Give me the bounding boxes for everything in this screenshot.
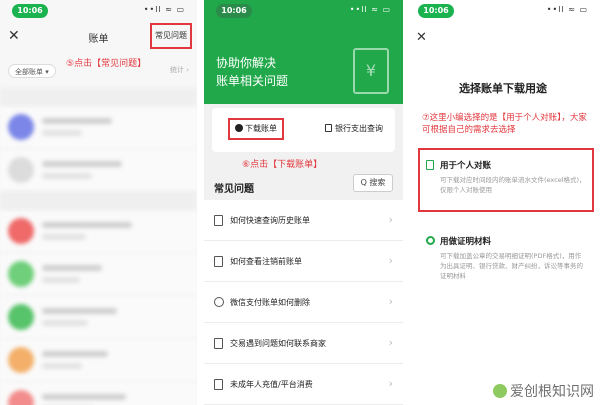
step-annotation: ⑤点击【常见问题】 [66,59,147,69]
chevron-right-icon: › [388,254,393,267]
search-button[interactable]: Q 搜索 [353,174,393,192]
month-header [0,88,197,106]
faq-section-title: 常见问题 [214,184,254,195]
stats-link[interactable]: 统计 › [170,65,189,75]
avatar [8,261,34,287]
faq-button[interactable]: 常见问题 [150,23,192,49]
help-circle-icon [214,297,224,307]
bank-expense-query-button[interactable]: 银行支出查询 [325,123,383,134]
document-icon [426,160,434,170]
minor-recharge-icon [214,379,223,390]
list-item [0,296,197,339]
faq-item-label: 如何查看注销前账单 [230,257,302,266]
faq-item-label: 微信支付账单如何删除 [230,298,310,307]
action-card: 下载账单 银行支出查询 [212,108,395,152]
download-bill-button[interactable]: 下载账单 [228,118,284,140]
faq-item-label: 未成年人充值/平台消费 [230,380,313,389]
bill-screen-panel: 10:06 ••ll ≈ ▭ ✕ 账单 常见问题 ⑤点击【常见问题】 全部账单 … [0,0,197,405]
avatar [8,157,34,183]
option-title: 用于个人对账 [440,161,492,171]
avatar [8,390,34,405]
status-bar: 10:06 ••ll ≈ ▭ [0,0,197,20]
list-item [0,339,197,382]
exchange-icon [214,338,223,349]
headline-line-1: 协助你解决 [216,56,277,70]
faq-item[interactable]: 交易遇到问题如何联系商家 › [204,323,403,364]
download-purpose-panel: 10:06 ••ll ≈ ▭ ✕ 选择账单下载用途 ⑦这里小编选择的是【用于个人… [406,0,600,405]
avatar [8,218,34,244]
document-icon [214,215,223,226]
status-time: 10:06 [418,4,454,18]
avatar [8,114,34,140]
site-watermark: 爱创根知识网 [493,381,594,401]
option-description: 可下载对应时间段内的账单流水文件(excel格式)，仅限个人对账使用 [440,176,586,194]
personal-reconciliation-option[interactable]: 用于个人对账 可下载对应时间段内的账单流水文件(excel格式)，仅限个人对账使… [418,148,594,212]
faq-item[interactable]: 未成年人充值/平台消费 › [204,364,403,405]
document-icon [325,124,332,132]
page-title: 选择账单下载用途 [459,82,547,95]
bank-query-label: 银行支出查询 [335,124,383,133]
faq-item-label: 如何快速查询历史账单 [230,216,310,225]
step-annotation: ⑦这里小编选择的是【用于个人对账】，大家可根据自己的需求去选择 [422,113,587,135]
status-bar: 10:06 ••ll ≈ ▭ [204,0,403,20]
close-icon[interactable]: ✕ [416,30,427,45]
all-bills-filter[interactable]: 全部账单 ▾ [8,64,56,78]
faq-item[interactable]: 微信支付账单如何删除 › [204,282,403,323]
site-logo-icon [493,384,507,398]
list-item [0,210,197,253]
faq-item-label: 交易遇到问题如何联系商家 [230,339,326,348]
step-annotation: ⑥点击【下载账单】 [242,160,323,170]
chevron-right-icon: › [388,336,393,349]
watermark-text: 爱创根知识网 [510,384,594,400]
status-time: 10:06 [216,4,252,18]
status-time: 10:06 [12,4,48,18]
faq-item[interactable]: 如何查看注销前账单 › [204,241,403,282]
chevron-right-icon: › [388,295,393,308]
signal-wifi-battery-icon: ••ll ≈ ▭ [349,5,391,14]
nav-bar: ✕ 账单 常见问题 [0,22,197,52]
faq-item[interactable]: 如何快速查询历史账单 › [204,200,403,241]
radio-icon [426,236,435,245]
list-item [0,382,197,405]
document-yuan-icon: ¥ [353,48,389,94]
signal-wifi-battery-icon: ••ll ≈ ▭ [143,5,185,14]
chevron-right-icon: › [388,213,393,226]
list-item [0,149,197,192]
status-bar: 10:06 ••ll ≈ ▭ [406,0,600,20]
headline-line-2: 账单相关问题 [216,74,289,88]
option-description: 可下载加盖公章的交易明细证明(PDF格式)，用作为出具证明、银行贷款、财产纠纷，… [440,252,583,280]
chevron-right-icon: › [388,377,393,390]
document-icon [214,256,223,267]
list-item [0,253,197,296]
proof-material-option[interactable]: 用做证明材料 可下载加盖公章的交易明细证明(PDF格式)，用作为出具证明、银行贷… [420,226,592,292]
blurred-bill-list [0,88,197,405]
avatar [8,347,34,373]
avatar [8,304,34,330]
month-header [0,192,197,210]
list-item [0,106,197,149]
option-title: 用做证明材料 [440,237,492,247]
signal-wifi-battery-icon: ••ll ≈ ▭ [546,5,588,14]
download-icon [235,124,243,132]
faq-list: 如何快速查询历史账单 › 如何查看注销前账单 › 微信支付账单如何删除 › 交易… [204,200,403,405]
download-bill-label: 下载账单 [245,124,277,133]
bill-help-panel: 协助你解决 账单相关问题 ¥ 10:06 ••ll ≈ ▭ 下载账单 银行支出查… [204,0,403,405]
header-headline: 协助你解决 账单相关问题 [216,54,288,90]
